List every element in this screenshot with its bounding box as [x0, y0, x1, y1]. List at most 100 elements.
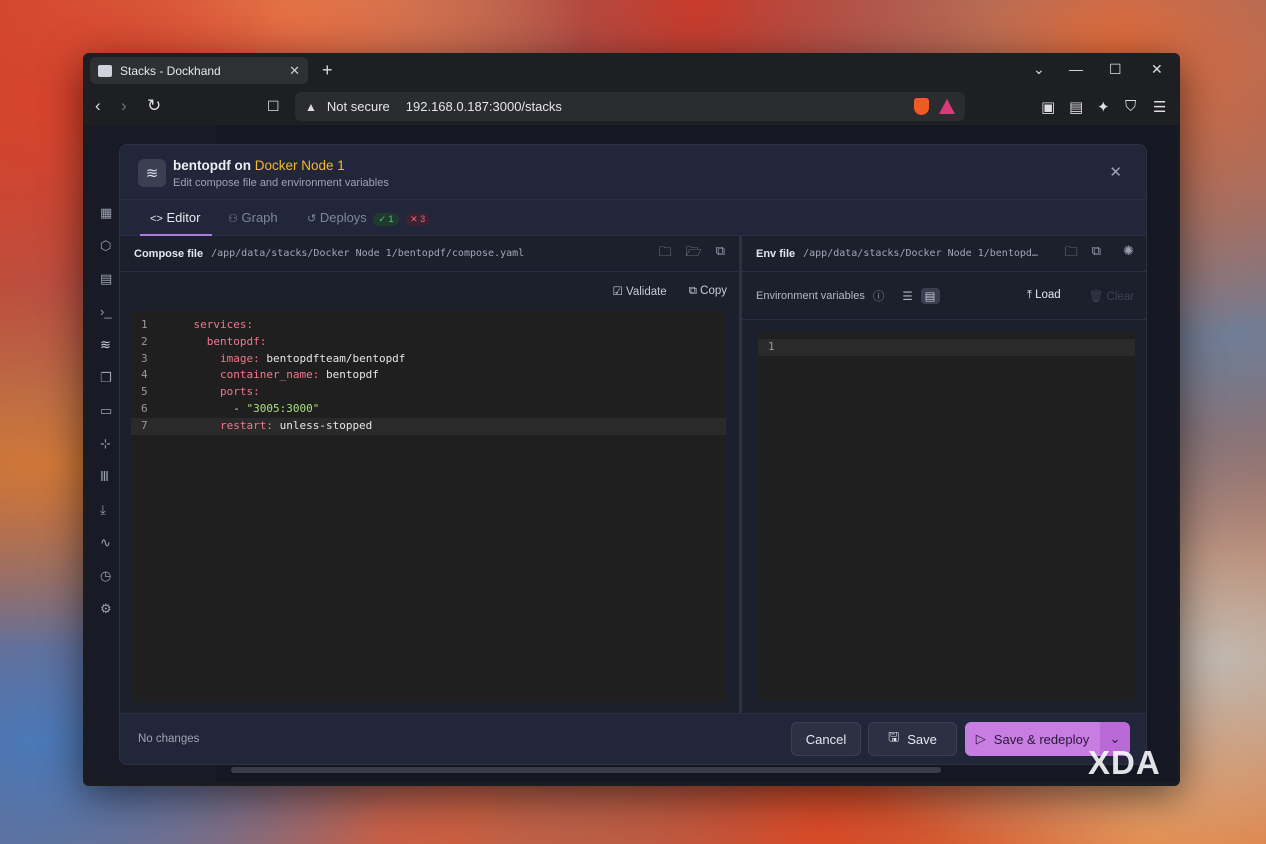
- stacks-icon[interactable]: ≋: [100, 337, 111, 353]
- vpn-shield-icon[interactable]: ⛉: [1125, 98, 1136, 115]
- tab-deploys[interactable]: ↺ Deploys ✓ 1 ✕ 3: [307, 210, 431, 226]
- stack-layers-icon: ≋: [138, 159, 166, 187]
- tab-title: Stacks - Dockhand: [120, 63, 221, 78]
- raw-view-icon[interactable]: ▤: [920, 287, 940, 304]
- compose-header: Compose file /app/data/stacks/Docker Nod…: [120, 236, 739, 272]
- minimize-icon[interactable]: —: [1069, 61, 1083, 77]
- volumes-icon[interactable]: ▭: [100, 403, 112, 419]
- env-panel: Env file /app/data/stacks/Docker Node 1/…: [742, 236, 1146, 701]
- dashboard-icon[interactable]: ▦: [100, 205, 112, 221]
- code-line: 6 - "3005:3000": [141, 401, 320, 415]
- on-label: on: [234, 158, 252, 173]
- forward-icon[interactable]: ›: [121, 96, 127, 116]
- maximize-icon[interactable]: ☐: [1109, 61, 1122, 78]
- tab-editor[interactable]: <> Editor: [139, 210, 214, 236]
- modal-tabs: <> Editor ⚇ Graph ↺ Deploys ✓ 1 ✕ 3: [120, 200, 1146, 236]
- modal-close-icon[interactable]: ✕: [1109, 163, 1122, 181]
- download-icon[interactable]: ⤓: [100, 502, 106, 518]
- address-bar[interactable]: ▲ Not secure 192.168.0.187:3000/stacks: [295, 92, 965, 121]
- tab-bar: Stacks - Dockhand ✕ + ⌄ — ☐ ✕: [83, 53, 1180, 88]
- brave-shields-icon[interactable]: [914, 98, 929, 115]
- help-icon[interactable]: ⓘ: [873, 288, 885, 304]
- folder-tree-icon[interactable]: 🗁: [686, 243, 702, 265]
- compose-path: /app/data/stacks/Docker Node 1/bentopdf/…: [211, 248, 525, 259]
- env-copy-icon[interactable]: ⧉: [1092, 243, 1101, 265]
- cancel-button[interactable]: Cancel: [791, 722, 861, 756]
- env-settings-icon[interactable]: ✺: [1123, 243, 1134, 265]
- env-folder-icon[interactable]: 🗀: [1065, 243, 1078, 265]
- url-text: 192.168.0.187:3000/stacks: [405, 99, 562, 114]
- new-tab-button[interactable]: +: [322, 60, 333, 81]
- security-label: Not secure: [326, 99, 390, 114]
- code-line: 2 bentopdf:: [141, 334, 267, 348]
- compose-editor[interactable]: 1 services: 2 bentopdf: 3 image: bentopd…: [131, 310, 726, 702]
- code-line: 3 image: bentopdfteam/bentopdf: [141, 351, 406, 365]
- trash-icon: 🗑: [1088, 290, 1104, 303]
- modal-footer: No changes Cancel 🖫 Save ▷ Save & redepl…: [120, 713, 1146, 764]
- schedule-icon[interactable]: ◷: [100, 568, 111, 584]
- compose-toolbar: ☑ Validate ⧉ Copy: [120, 272, 739, 310]
- env-label: Env file: [756, 247, 796, 260]
- open-folder-icon[interactable]: 🗀: [659, 243, 672, 265]
- leo-ai-icon[interactable]: ✦: [1097, 98, 1110, 116]
- env-editor[interactable]: 1: [758, 331, 1135, 701]
- save-redeploy-button[interactable]: ▷ Save & redeploy: [965, 722, 1100, 756]
- stack-name: bentopdf: [173, 158, 231, 173]
- list-view-icon[interactable]: ☰: [902, 289, 912, 303]
- cancel-label: Cancel: [805, 731, 847, 747]
- browser-tab[interactable]: Stacks - Dockhand ✕: [90, 57, 308, 84]
- window-close-icon[interactable]: ✕: [1151, 61, 1163, 78]
- terminal-icon[interactable]: ›_: [100, 304, 112, 319]
- menu-icon[interactable]: ☰: [1153, 98, 1166, 116]
- brave-rewards-icon[interactable]: [939, 99, 955, 114]
- env-header: Env file /app/data/stacks/Docker Node 1/…: [742, 236, 1146, 272]
- warning-icon: ▲: [305, 99, 317, 114]
- success-badge: ✓ 1: [373, 213, 399, 226]
- save-icon: 🖫: [888, 729, 900, 744]
- env-line-current: 1: [758, 339, 1135, 356]
- back-icon[interactable]: ‹: [95, 96, 101, 116]
- load-label: Load: [1035, 289, 1061, 301]
- edit-stack-modal: ≋ bentopdf on Docker Node 1 Edit compose…: [119, 144, 1147, 765]
- env-path: /app/data/stacks/Docker Node 1/bentopd…: [803, 248, 1038, 259]
- save-label: Save: [907, 731, 937, 747]
- copy-path-icon[interactable]: ⧉: [716, 243, 725, 265]
- dockhand-favicon-icon: [98, 64, 112, 77]
- code-line: 4 container_name: bentopdf: [141, 368, 379, 382]
- horizontal-scrollbar[interactable]: [231, 767, 941, 773]
- images-icon[interactable]: ❐: [100, 370, 112, 386]
- containers-icon[interactable]: ⬡: [100, 238, 111, 254]
- logs-icon[interactable]: ▤: [100, 271, 112, 287]
- sidebar-toggle-icon[interactable]: ▣: [1041, 98, 1055, 116]
- tab-close-icon[interactable]: ✕: [289, 63, 300, 79]
- settings-icon[interactable]: ⚙: [100, 601, 112, 617]
- env-toolbar: Environment variables ⓘ ☰ ▤ ⤒ Load 🗑 Cle…: [742, 272, 1146, 320]
- browser-window: Stacks - Dockhand ✕ + ⌄ — ☐ ✕ ‹ › ↻ ☐ ▲ …: [83, 53, 1180, 786]
- save-button[interactable]: 🖫 Save: [868, 722, 957, 756]
- copy-button[interactable]: ⧉ Copy: [689, 285, 727, 298]
- node-name: Docker Node 1: [254, 158, 345, 173]
- fail-badge: ✕ 3: [405, 213, 431, 226]
- reload-icon[interactable]: ↻: [147, 96, 161, 116]
- history-icon: ↺: [307, 213, 317, 225]
- upload-icon: ⤒: [1026, 289, 1032, 301]
- activity-icon[interactable]: ∿: [100, 535, 111, 551]
- copy-icon: ⧉: [688, 284, 697, 297]
- clear-button[interactable]: 🗑 Clear: [1089, 289, 1134, 303]
- networks-icon[interactable]: ⊹: [100, 436, 111, 452]
- load-button[interactable]: ⤒ Load: [1027, 289, 1061, 302]
- env-variables-label: Environment variables: [756, 289, 865, 302]
- dockhand-app: ▦ ⬡ ▤ ›_ ≋ ❐ ▭ ⊹ Ⅲ ⤓ ∿ ◷ ⚙ ≋ bentopdf on…: [86, 125, 1177, 783]
- tab-graph[interactable]: ⚇ Graph: [228, 210, 278, 225]
- tab-list-chevron-icon[interactable]: ⌄: [1033, 61, 1045, 78]
- modal-subtitle: Edit compose file and environment variab…: [173, 177, 389, 189]
- wallet-icon[interactable]: ▤: [1069, 98, 1083, 116]
- bookmark-icon[interactable]: ☐: [267, 98, 280, 115]
- copy-label: Copy: [700, 284, 727, 297]
- validate-button[interactable]: ☑ Validate: [612, 284, 666, 298]
- code-line: 5 ports:: [141, 385, 260, 399]
- checklist-icon: ☑: [612, 286, 623, 298]
- registries-icon[interactable]: Ⅲ: [100, 469, 109, 485]
- clear-label: Clear: [1106, 290, 1134, 303]
- graph-icon: ⚇: [228, 213, 238, 225]
